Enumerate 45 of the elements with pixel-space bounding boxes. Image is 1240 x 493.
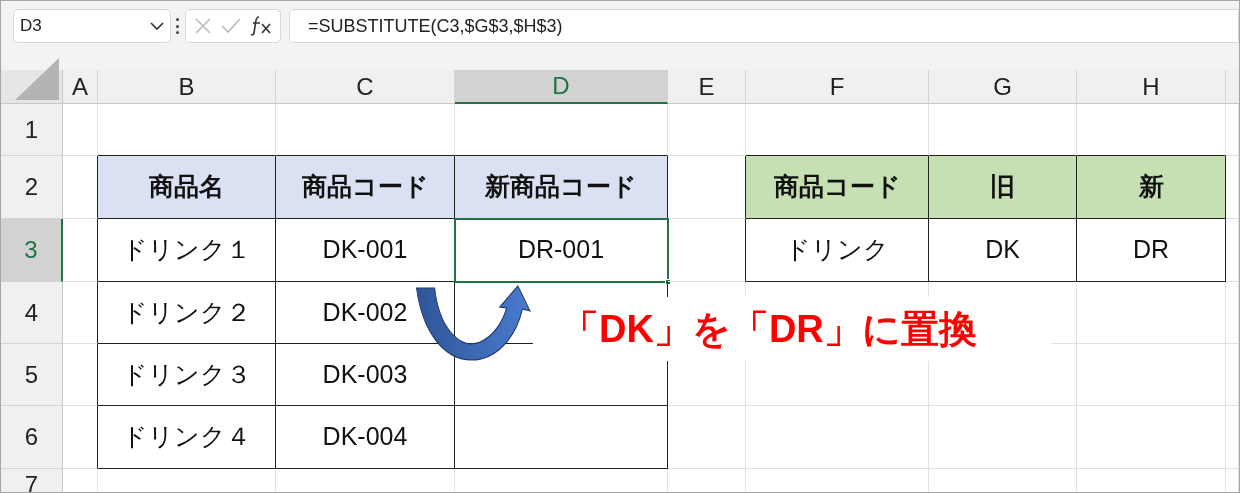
table-header-cell: 新 (1077, 156, 1226, 219)
table-cell: DR-001 (455, 219, 668, 282)
table-header-cell: 新商品コード (455, 156, 668, 219)
table-cell: ドリンク４ (98, 406, 276, 469)
table-cell: DK-004 (276, 406, 455, 469)
row-header[interactable]: 2 (1, 156, 63, 219)
table-cell: DK-001 (276, 219, 455, 282)
cancel-icon[interactable] (194, 17, 213, 35)
row-header[interactable]: 3 (1, 219, 63, 282)
table-cell: ドリンク２ (98, 282, 276, 344)
empty-cell[interactable] (668, 219, 746, 282)
table-header-cell: 商品名 (98, 156, 276, 219)
row-header[interactable]: 6 (1, 406, 63, 469)
column-header[interactable]: F (746, 70, 929, 104)
dropdown-caret-icon[interactable] (150, 21, 164, 31)
empty-cell[interactable] (63, 406, 98, 469)
table-header-cell: 旧 (929, 156, 1077, 219)
column-header[interactable]: E (668, 70, 746, 104)
function-icon[interactable] (249, 16, 272, 36)
empty-cell[interactable] (455, 406, 668, 469)
table-cell: DR (1077, 219, 1226, 282)
row-header[interactable]: 1 (1, 104, 63, 156)
table-header-cell: 商品コード (276, 156, 455, 219)
fill-handle[interactable] (665, 279, 671, 285)
check-icon[interactable] (221, 18, 241, 34)
column-header[interactable]: B (98, 70, 276, 104)
empty-cell[interactable] (63, 344, 98, 406)
annotation-tooltip: 「DK」を「DR」に置換 (533, 297, 1051, 361)
name-box[interactable]: D3 (13, 9, 171, 43)
column-header[interactable]: D (455, 70, 668, 104)
table-cell: DK (929, 219, 1077, 282)
select-all-icon[interactable] (15, 58, 59, 100)
empty-cell[interactable] (63, 282, 98, 344)
table-cell: ドリンク (746, 219, 929, 282)
row-header[interactable]: 4 (1, 282, 63, 344)
table-cell: ドリンク１ (98, 219, 276, 282)
column-header[interactable]: A (63, 70, 98, 104)
table-header-cell: 商品コード (746, 156, 929, 219)
column-header[interactable]: H (1077, 70, 1226, 104)
column-header[interactable]: G (929, 70, 1077, 104)
table-cell: ドリンク３ (98, 344, 276, 406)
row-header[interactable]: 5 (1, 344, 63, 406)
more-icon[interactable] (176, 18, 180, 34)
column-header[interactable]: C (276, 70, 455, 104)
empty-cell[interactable] (63, 219, 98, 282)
